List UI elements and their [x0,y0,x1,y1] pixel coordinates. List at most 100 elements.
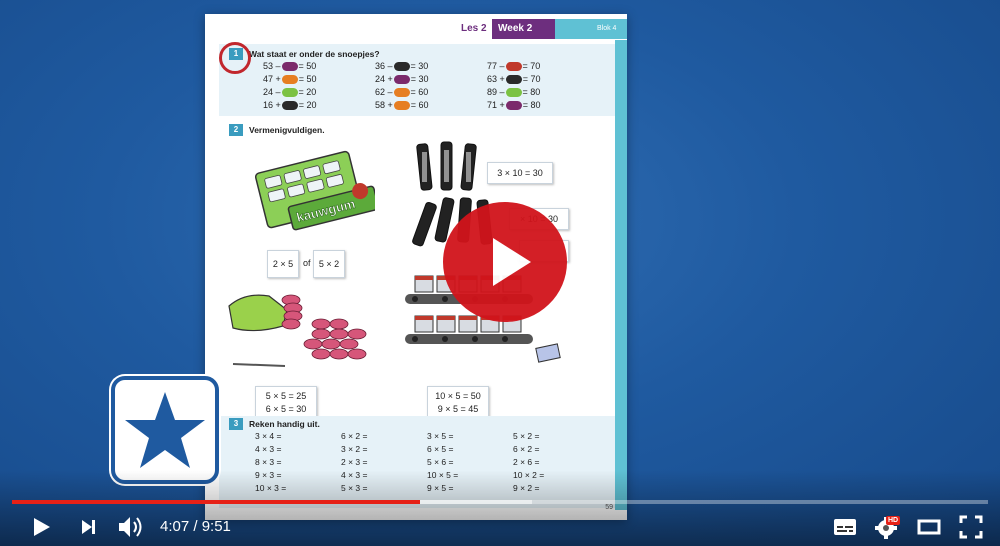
play-icon [34,518,50,536]
box-6x5: 6 × 5 = 30 [265,404,307,414]
star-icon [125,392,205,468]
big-play-button[interactable] [443,202,567,322]
equation-left: 89 – [487,87,505,97]
week-tab: Week 2 [492,19,562,39]
video-player[interactable]: Les 2 Week 2 Blok 4 1 Wat staat er onder… [0,0,1000,546]
candy-icon [505,62,522,72]
hand-candy-illustration [228,294,367,367]
multiplication-item: 2 × 6 = [513,457,540,467]
equation-grid: 53 – = 50 36 – = 30 77 – = 70 47 + = 50 24 + = 30… [263,60,599,111]
equation-item: 89 – = 80 [487,86,599,98]
equation-item: 16 + = 20 [263,99,375,111]
multiplication-item: 3 × 4 = [255,431,282,441]
equation-left: 36 – [375,61,393,71]
box-2x5: 2 × 5 [267,250,299,278]
equation-right: = 60 [410,100,429,110]
section-1-title: Wat staat er onder de snoepjes? [249,49,380,59]
multiplication-item: 2 × 3 = [341,457,368,467]
candy-icon [393,101,410,111]
equation-right: = 70 [522,61,541,71]
lesson-label: Les 2 [461,23,487,34]
fullscreen-icon [959,515,983,539]
volume-icon [119,517,142,537]
next-button[interactable] [78,512,100,540]
page-header: Les 2 Week 2 Blok 4 [205,14,627,40]
multiplication-item: 5 × 6 = [427,457,454,467]
section-1: 1 Wat staat er onder de snoepjes? 53 – = … [219,44,615,116]
equation-left: 24 + [375,74,393,84]
equation-right: = 30 [410,61,429,71]
theater-mode-button[interactable] [916,512,942,540]
equation-left: 62 – [375,87,393,97]
section-2-number: 2 [229,124,243,136]
equation-left: 16 + [263,100,281,110]
multiplication-item: 6 × 2 = [341,431,368,441]
equation-right: = 20 [298,87,317,97]
multiplication-item: 8 × 3 = [255,457,282,467]
theater-mode-icon [917,519,941,535]
section-2-title: Vermenigvuldigen. [249,125,325,135]
equation-right: = 60 [410,87,429,97]
box-5x5-6x5: 5 × 5 = 25 6 × 5 = 30 [255,386,317,418]
equation-left: 53 – [263,61,281,71]
highlight-circle [219,42,251,74]
box-9x5: 9 × 5 = 45 [437,404,479,414]
candy-icon [281,62,298,72]
section-3-title: Reken handig uit. [249,419,320,429]
equation-item: 62 – = 60 [375,86,487,98]
section-3-number: 3 [229,418,243,430]
multiplication-item: 6 × 5 = [427,444,454,454]
candy-icon [281,88,298,98]
subtitles-icon [834,519,856,535]
equation-item: 77 – = 70 [487,60,599,72]
equation-left: 58 + [375,100,393,110]
played-bar [12,500,420,504]
multiplication-item: 4 × 3 = [255,444,282,454]
equation-left: 77 – [487,61,505,71]
channel-logo[interactable] [111,376,219,484]
box-10x5: 10 × 5 = 50 [435,391,481,401]
equation-left: 47 + [263,74,281,84]
equation-left: 71 + [487,100,505,110]
equation-right: = 20 [298,100,317,110]
equation-right: = 50 [298,61,317,71]
box-5x2: 5 × 2 [313,250,345,278]
chewing-gum-illustration: kauwgum [255,150,375,231]
multiplication-item: 3 × 5 = [427,431,454,441]
equation-item: 24 + = 30 [375,73,487,85]
equation-item: 47 + = 50 [263,73,375,85]
equation-item: 24 – = 20 [263,86,375,98]
candy-icon [281,101,298,111]
subtitles-button[interactable] [832,512,858,540]
equation-left: 24 – [263,87,281,97]
play-button[interactable] [30,512,52,540]
next-icon [82,520,95,534]
candy-icon [393,62,410,72]
equation-item: 36 – = 30 [375,60,487,72]
multiplication-item: 3 × 2 = [341,444,368,454]
of-label: of [303,258,311,268]
equation-right: = 80 [522,100,541,110]
progress-bar[interactable] [12,500,988,504]
equation-item: 71 + = 80 [487,99,599,111]
hd-badge: HD [886,516,901,525]
fullscreen-button[interactable] [958,512,984,540]
time-display: 4:07 / 9:51 [160,518,231,535]
candy-icon [393,88,410,98]
equation-item: 53 – = 50 [263,60,375,72]
multiplication-item: 5 × 2 = [513,431,540,441]
equation-item: 58 + = 60 [375,99,487,111]
equation-right: = 30 [410,74,429,84]
multiplication-item: 6 × 2 = [513,444,540,454]
side-strip [615,40,627,510]
equation-right: = 70 [522,74,541,84]
candy-icon [281,75,298,85]
candy-icon [393,75,410,85]
blok-tab: Blok 4 [555,19,627,39]
equation-item: 63 + = 70 [487,73,599,85]
equation-right: = 80 [522,87,541,97]
volume-button[interactable] [116,512,146,540]
box-5x5: 5 × 5 = 25 [265,391,307,401]
equation-left: 63 + [487,74,505,84]
box-3x10: 3 × 10 = 30 [487,162,553,184]
